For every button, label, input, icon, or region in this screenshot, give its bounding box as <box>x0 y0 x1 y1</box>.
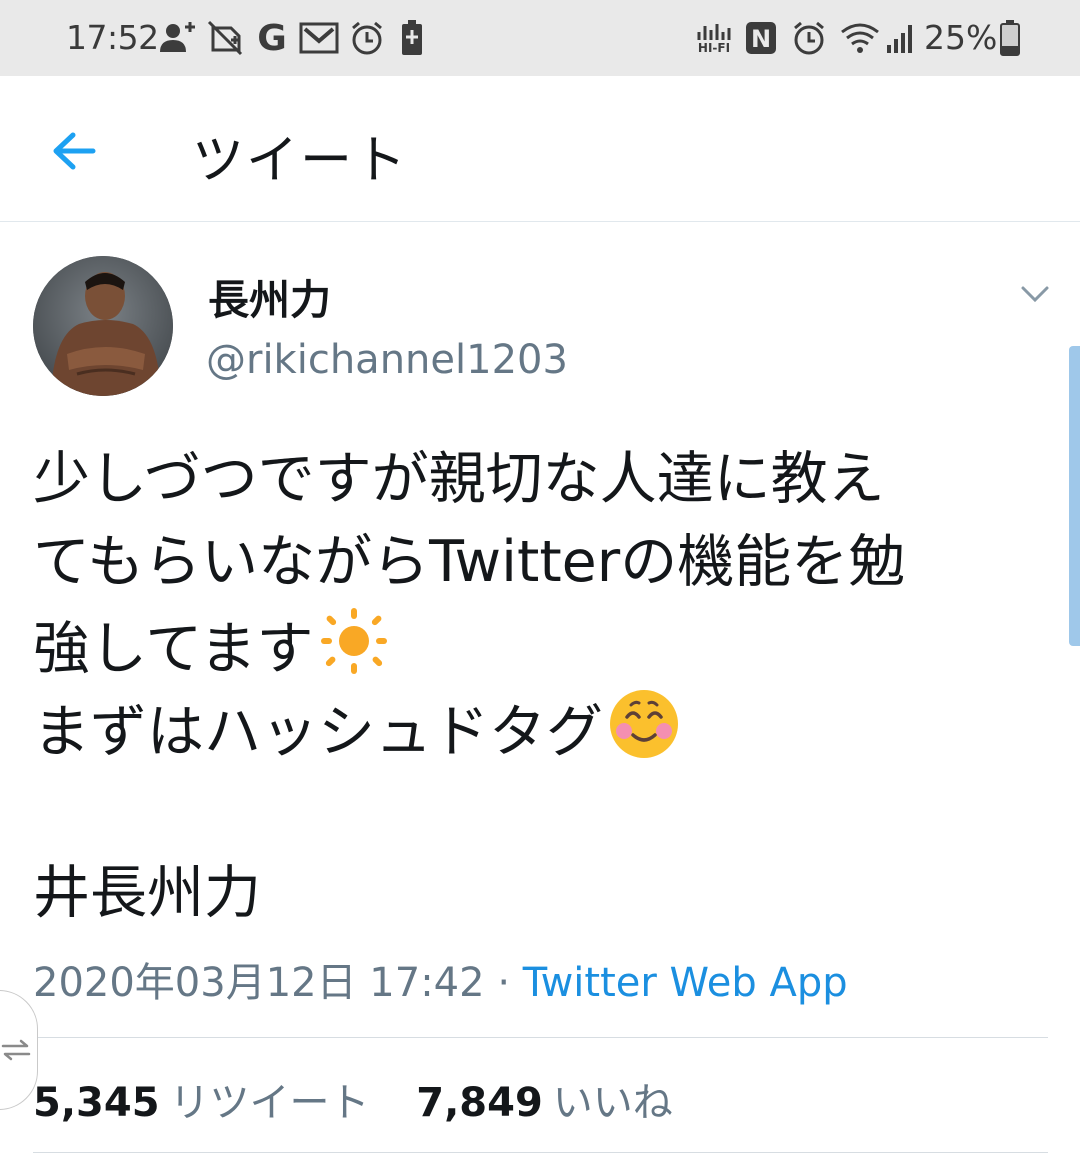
nfc-icon: N <box>744 18 778 58</box>
divider <box>33 1152 1048 1153</box>
swap-arrows-icon <box>1 1039 31 1061</box>
chevron-down-icon <box>1021 286 1049 303</box>
tweet-text-line-with-sun: 強してます <box>33 604 1043 687</box>
tweet-text-line: 強してます <box>33 616 314 682</box>
tweet-text: 少しづつですが親切な人達に教え てもらいながらTwitterの機能を勉 強してま… <box>33 438 1043 770</box>
retweets-label: リツイート <box>169 1080 370 1126</box>
hifi-label: HI-FI <box>697 40 731 55</box>
status-time: 17:52 <box>66 18 159 57</box>
nfc-letter: N <box>751 25 771 53</box>
tweet-text-line: まずはハッシュドタグ <box>33 699 603 765</box>
alarm-clock-icon <box>790 18 828 58</box>
signal-icon <box>884 18 918 58</box>
tweet-text-line: てもらいながらTwitterの機能を勉 <box>33 529 906 595</box>
wifi-icon <box>838 18 882 58</box>
tweet-menu-button[interactable] <box>1012 276 1058 312</box>
no-sync-icon <box>204 18 246 58</box>
retweets-stat[interactable]: 5,345 リツイート <box>33 1070 370 1128</box>
avatar[interactable] <box>33 256 173 396</box>
app-header: ツイート <box>0 76 1080 222</box>
status-bar: 17:52 G HI-FI N 25% <box>0 0 1080 76</box>
author-name[interactable]: 長州力 <box>208 266 331 326</box>
battery-icon <box>998 18 1022 58</box>
tweet-text-line: 少しづつですが親切な人達に教え <box>33 446 885 512</box>
meta-separator: · <box>497 960 511 1006</box>
scrollbar-thumb[interactable] <box>1069 346 1080 646</box>
hifi-icon: HI-FI <box>694 18 734 58</box>
battery-percent: 25% <box>924 18 998 57</box>
tweet-meta: 2020年03月12日 17:42 · Twitter Web App <box>33 950 848 1008</box>
tweet-source-link[interactable]: Twitter Web App <box>523 960 848 1006</box>
back-button[interactable] <box>44 123 104 179</box>
divider <box>33 1037 1048 1038</box>
retweets-count: 5,345 <box>33 1080 160 1126</box>
alarm-icon <box>348 18 386 58</box>
add-person-icon <box>156 18 202 58</box>
battery-alert-icon <box>398 18 426 58</box>
page-title: ツイート <box>192 131 409 191</box>
smiling-blush-emoji <box>607 687 681 784</box>
hashtag[interactable]: 井長州力 <box>33 852 261 935</box>
avatar-photo <box>33 256 173 396</box>
likes-stat[interactable]: 7,849 いいね <box>416 1070 673 1128</box>
google-g-icon: G <box>257 17 287 59</box>
gmail-icon <box>298 18 340 58</box>
likes-count: 7,849 <box>416 1080 543 1126</box>
tweet-text-line-with-smile: まずはハッシュドタグ <box>33 687 1043 770</box>
back-arrow-icon <box>53 132 96 170</box>
tweet-date[interactable]: 2020年03月12日 17:42 <box>33 960 485 1006</box>
author-handle[interactable]: @rikichannel1203 <box>206 337 568 383</box>
tweet-stats: 5,345 リツイート 7,849 いいね <box>33 1070 707 1128</box>
likes-label: いいね <box>552 1080 673 1126</box>
